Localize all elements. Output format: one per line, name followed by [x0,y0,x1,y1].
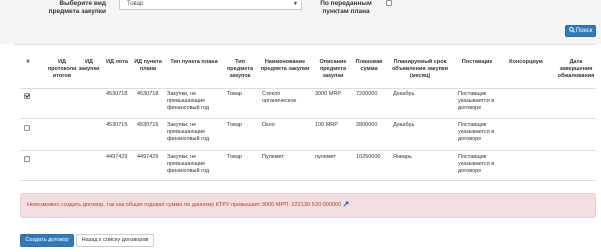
subject-description: пулемет [315,154,337,160]
header-number: # [26,59,30,65]
back-to-list-button[interactable]: Назад к списку договоров [76,234,154,247]
plan-item-id: 4497429 [137,154,159,160]
create-contract-button[interactable]: Создать договор [20,234,74,247]
panel-divider [14,44,596,45]
error-alert-text: Невозможно создать договор, так как обща… [27,202,342,208]
row-divider [20,150,596,151]
plan-item-id: 4530715 [137,122,159,128]
planned-month: Январь [393,154,412,160]
header-lot-id: ИД лота [106,59,128,65]
row-divider [20,118,596,119]
plan-item-id: 4530718 [137,91,159,97]
by-plan-items-checkbox[interactable] [386,0,392,6]
plan-item-type: Закупки, не превышающие финансовый год [167,91,210,111]
filter-panel: Выберите вид предмета закупки Товар ▼ По… [0,0,601,44]
error-alert: Невозможно создать договор, так как обща… [20,193,596,218]
supplier: Поставщик указывается в договоре [458,122,495,142]
row-select-checkbox[interactable] [24,156,30,162]
header-appeal-end-date: Дата завершения обжалования [557,59,595,79]
planned-sum: 7200000 [356,91,378,97]
search-button[interactable]: Поиск [565,25,596,37]
plan-item-type: Закупки, не превышающие финансовый год [167,154,210,174]
subject-description: 100 МRP [315,122,338,128]
subject-name: Стекло органическое [262,91,297,104]
planned-sum: 2800000 [356,122,378,128]
plan-item-type: Закупки, не превышающие финансовый год [167,122,210,142]
header-plan-item-type: Тип пункта плана [170,59,218,65]
lot-id: 4497429 [106,154,128,160]
header-divider [20,88,596,89]
subject-type-label: Выберите вид предмета закупки [48,0,106,15]
subject-type: Товар [227,91,242,97]
chevron-down-icon: ▼ [293,1,298,7]
header-consortium: Консорциум [509,59,543,65]
header-supplier: Поставщик [461,59,493,65]
row-select-checkbox[interactable] [24,125,30,131]
subject-type-value: Товар [127,1,144,7]
header-subject-description: Описание предмета закупки [319,59,347,79]
subject-type: Товар [227,154,242,160]
header-subject-type: Тип предмета закупок [226,59,254,79]
header-plan-item-id: ИД пункта плана [134,59,162,72]
supplier: Поставщик указывается в договоре [458,91,495,111]
search-button-label: Поиск [575,28,593,34]
search-icon [568,27,575,33]
row-select-checkbox[interactable] [24,93,30,99]
subject-type: Товар [227,122,242,128]
subject-type-select[interactable]: Товар ▼ [119,0,302,10]
by-plan-items-label: По переданным пунктам плана [320,0,372,15]
planned-sum: 10250000 [356,154,381,160]
lot-id: 4530718 [106,91,128,97]
lot-id: 4530715 [106,122,128,128]
header-subject-name: Наименование предмета закупки [260,59,310,72]
planned-month: Декабрь [393,122,415,128]
header-protocol-id: ИД протокола итогов [47,59,77,79]
wrench-icon [343,201,349,207]
subject-description: 3000 МRP [315,91,341,97]
subject-name: Пулемет [262,154,285,160]
header-planned-month: Планируемый срок объявления закупки (мес… [391,59,449,79]
planned-month: Декабрь [393,91,415,97]
supplier: Поставщик указывается в договоре [458,154,495,174]
header-planned-sum: Плановая сумма [355,59,383,72]
subject-name: Окно [262,122,275,128]
row-divider [20,180,596,181]
header-purchase-id: ИД закупки [78,59,100,72]
